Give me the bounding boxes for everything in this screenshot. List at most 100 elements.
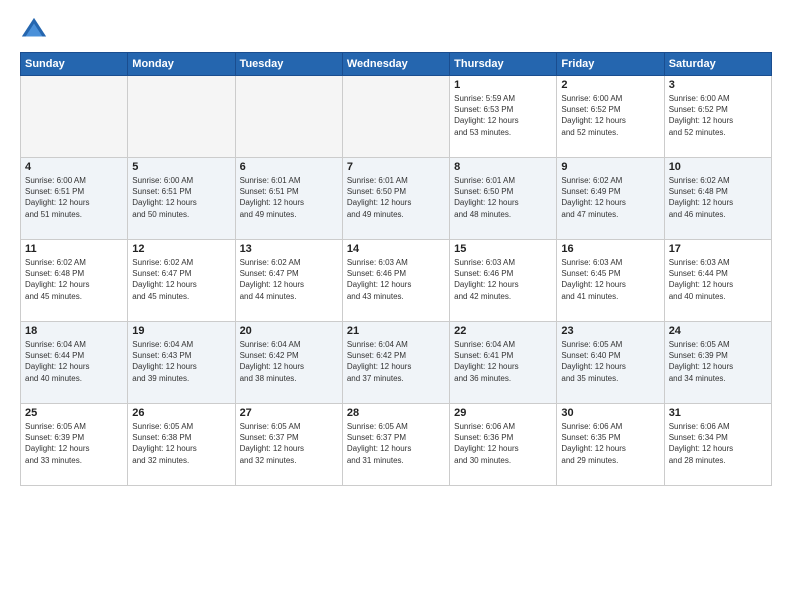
calendar-cell: 23 Sunrise: 6:05 AM Sunset: 6:40 PM Dayli… <box>557 322 664 404</box>
day-number: 5 <box>132 161 230 173</box>
calendar-cell <box>342 76 449 158</box>
weekday-header-monday: Monday <box>128 53 235 76</box>
calendar-header-row: SundayMondayTuesdayWednesdayThursdayFrid… <box>21 53 772 76</box>
calendar-cell: 12 Sunrise: 6:02 AM Sunset: 6:47 PM Dayli… <box>128 240 235 322</box>
page: SundayMondayTuesdayWednesdayThursdayFrid… <box>0 0 792 612</box>
calendar-cell: 20 Sunrise: 6:04 AM Sunset: 6:42 PM Dayli… <box>235 322 342 404</box>
day-detail: Sunrise: 6:05 AM Sunset: 6:40 PM Dayligh… <box>561 339 659 384</box>
day-number: 28 <box>347 407 445 419</box>
day-detail: Sunrise: 6:05 AM Sunset: 6:38 PM Dayligh… <box>132 421 230 466</box>
logo-icon <box>20 16 48 44</box>
calendar-cell: 26 Sunrise: 6:05 AM Sunset: 6:38 PM Dayli… <box>128 404 235 486</box>
calendar-cell: 31 Sunrise: 6:06 AM Sunset: 6:34 PM Dayli… <box>664 404 771 486</box>
logo <box>20 16 52 44</box>
calendar-cell: 8 Sunrise: 6:01 AM Sunset: 6:50 PM Daylig… <box>450 158 557 240</box>
day-number: 4 <box>25 161 123 173</box>
calendar-week-0: 1 Sunrise: 5:59 AM Sunset: 6:53 PM Daylig… <box>21 76 772 158</box>
day-number: 14 <box>347 243 445 255</box>
day-number: 1 <box>454 79 552 91</box>
day-number: 2 <box>561 79 659 91</box>
day-detail: Sunrise: 6:00 AM Sunset: 6:52 PM Dayligh… <box>669 93 767 138</box>
calendar-cell: 4 Sunrise: 6:00 AM Sunset: 6:51 PM Daylig… <box>21 158 128 240</box>
calendar-cell: 9 Sunrise: 6:02 AM Sunset: 6:49 PM Daylig… <box>557 158 664 240</box>
day-detail: Sunrise: 6:05 AM Sunset: 6:39 PM Dayligh… <box>25 421 123 466</box>
calendar-cell <box>21 76 128 158</box>
day-number: 7 <box>347 161 445 173</box>
day-detail: Sunrise: 6:02 AM Sunset: 6:47 PM Dayligh… <box>132 257 230 302</box>
day-detail: Sunrise: 6:04 AM Sunset: 6:44 PM Dayligh… <box>25 339 123 384</box>
weekday-header-friday: Friday <box>557 53 664 76</box>
day-detail: Sunrise: 6:02 AM Sunset: 6:48 PM Dayligh… <box>669 175 767 220</box>
day-detail: Sunrise: 6:01 AM Sunset: 6:51 PM Dayligh… <box>240 175 338 220</box>
day-number: 8 <box>454 161 552 173</box>
day-number: 24 <box>669 325 767 337</box>
day-number: 13 <box>240 243 338 255</box>
day-number: 17 <box>669 243 767 255</box>
calendar-cell: 14Sunrise: 6:03 AM Sunset: 6:46 PM Dayli… <box>342 240 449 322</box>
calendar-week-3: 18 Sunrise: 6:04 AM Sunset: 6:44 PM Dayli… <box>21 322 772 404</box>
calendar-cell: 10Sunrise: 6:02 AM Sunset: 6:48 PM Dayli… <box>664 158 771 240</box>
calendar-cell: 30 Sunrise: 6:06 AM Sunset: 6:35 PM Dayli… <box>557 404 664 486</box>
day-detail: Sunrise: 6:06 AM Sunset: 6:35 PM Dayligh… <box>561 421 659 466</box>
weekday-header-saturday: Saturday <box>664 53 771 76</box>
calendar-cell: 27 Sunrise: 6:05 AM Sunset: 6:37 PM Dayli… <box>235 404 342 486</box>
day-number: 26 <box>132 407 230 419</box>
calendar-cell: 18 Sunrise: 6:04 AM Sunset: 6:44 PM Dayli… <box>21 322 128 404</box>
day-number: 18 <box>25 325 123 337</box>
calendar-cell <box>128 76 235 158</box>
calendar-cell: 13 Sunrise: 6:02 AM Sunset: 6:47 PM Dayli… <box>235 240 342 322</box>
day-detail: Sunrise: 6:01 AM Sunset: 6:50 PM Dayligh… <box>347 175 445 220</box>
day-detail: Sunrise: 6:04 AM Sunset: 6:43 PM Dayligh… <box>132 339 230 384</box>
calendar-week-2: 11Sunrise: 6:02 AM Sunset: 6:48 PM Dayli… <box>21 240 772 322</box>
calendar-cell: 1 Sunrise: 5:59 AM Sunset: 6:53 PM Daylig… <box>450 76 557 158</box>
day-number: 20 <box>240 325 338 337</box>
day-number: 22 <box>454 325 552 337</box>
calendar-cell: 19 Sunrise: 6:04 AM Sunset: 6:43 PM Dayli… <box>128 322 235 404</box>
day-detail: Sunrise: 6:02 AM Sunset: 6:47 PM Dayligh… <box>240 257 338 302</box>
day-number: 29 <box>454 407 552 419</box>
calendar-cell: 15 Sunrise: 6:03 AM Sunset: 6:46 PM Dayli… <box>450 240 557 322</box>
calendar-cell: 5 Sunrise: 6:00 AM Sunset: 6:51 PM Daylig… <box>128 158 235 240</box>
day-detail: Sunrise: 6:04 AM Sunset: 6:42 PM Dayligh… <box>347 339 445 384</box>
day-detail: Sunrise: 5:59 AM Sunset: 6:53 PM Dayligh… <box>454 93 552 138</box>
day-number: 27 <box>240 407 338 419</box>
day-number: 30 <box>561 407 659 419</box>
day-detail: Sunrise: 6:02 AM Sunset: 6:49 PM Dayligh… <box>561 175 659 220</box>
day-detail: Sunrise: 6:05 AM Sunset: 6:39 PM Dayligh… <box>669 339 767 384</box>
day-detail: Sunrise: 6:03 AM Sunset: 6:46 PM Dayligh… <box>454 257 552 302</box>
calendar-cell: 17 Sunrise: 6:03 AM Sunset: 6:44 PM Dayli… <box>664 240 771 322</box>
day-detail: Sunrise: 6:06 AM Sunset: 6:34 PM Dayligh… <box>669 421 767 466</box>
day-number: 31 <box>669 407 767 419</box>
day-number: 16 <box>561 243 659 255</box>
calendar-cell: 25Sunrise: 6:05 AM Sunset: 6:39 PM Dayli… <box>21 404 128 486</box>
day-detail: Sunrise: 6:05 AM Sunset: 6:37 PM Dayligh… <box>347 421 445 466</box>
day-detail: Sunrise: 6:05 AM Sunset: 6:37 PM Dayligh… <box>240 421 338 466</box>
day-detail: Sunrise: 6:03 AM Sunset: 6:44 PM Dayligh… <box>669 257 767 302</box>
calendar-week-1: 4 Sunrise: 6:00 AM Sunset: 6:51 PM Daylig… <box>21 158 772 240</box>
day-number: 21 <box>347 325 445 337</box>
day-detail: Sunrise: 6:06 AM Sunset: 6:36 PM Dayligh… <box>454 421 552 466</box>
day-detail: Sunrise: 6:03 AM Sunset: 6:45 PM Dayligh… <box>561 257 659 302</box>
day-number: 11 <box>25 243 123 255</box>
weekday-header-tuesday: Tuesday <box>235 53 342 76</box>
calendar-cell: 29 Sunrise: 6:06 AM Sunset: 6:36 PM Dayli… <box>450 404 557 486</box>
day-number: 15 <box>454 243 552 255</box>
day-number: 9 <box>561 161 659 173</box>
day-number: 19 <box>132 325 230 337</box>
calendar-cell: 6Sunrise: 6:01 AM Sunset: 6:51 PM Daylig… <box>235 158 342 240</box>
day-detail: Sunrise: 6:00 AM Sunset: 6:51 PM Dayligh… <box>132 175 230 220</box>
calendar-cell <box>235 76 342 158</box>
calendar-cell: 28 Sunrise: 6:05 AM Sunset: 6:37 PM Dayli… <box>342 404 449 486</box>
day-detail: Sunrise: 6:04 AM Sunset: 6:42 PM Dayligh… <box>240 339 338 384</box>
calendar-cell: 11Sunrise: 6:02 AM Sunset: 6:48 PM Dayli… <box>21 240 128 322</box>
day-detail: Sunrise: 6:01 AM Sunset: 6:50 PM Dayligh… <box>454 175 552 220</box>
calendar-cell: 24 Sunrise: 6:05 AM Sunset: 6:39 PM Dayli… <box>664 322 771 404</box>
calendar-cell: 2Sunrise: 6:00 AM Sunset: 6:52 PM Daylig… <box>557 76 664 158</box>
day-number: 12 <box>132 243 230 255</box>
weekday-header-thursday: Thursday <box>450 53 557 76</box>
day-detail: Sunrise: 6:04 AM Sunset: 6:41 PM Dayligh… <box>454 339 552 384</box>
day-detail: Sunrise: 6:00 AM Sunset: 6:51 PM Dayligh… <box>25 175 123 220</box>
calendar: SundayMondayTuesdayWednesdayThursdayFrid… <box>20 52 772 486</box>
day-number: 23 <box>561 325 659 337</box>
calendar-cell: 7 Sunrise: 6:01 AM Sunset: 6:50 PM Daylig… <box>342 158 449 240</box>
